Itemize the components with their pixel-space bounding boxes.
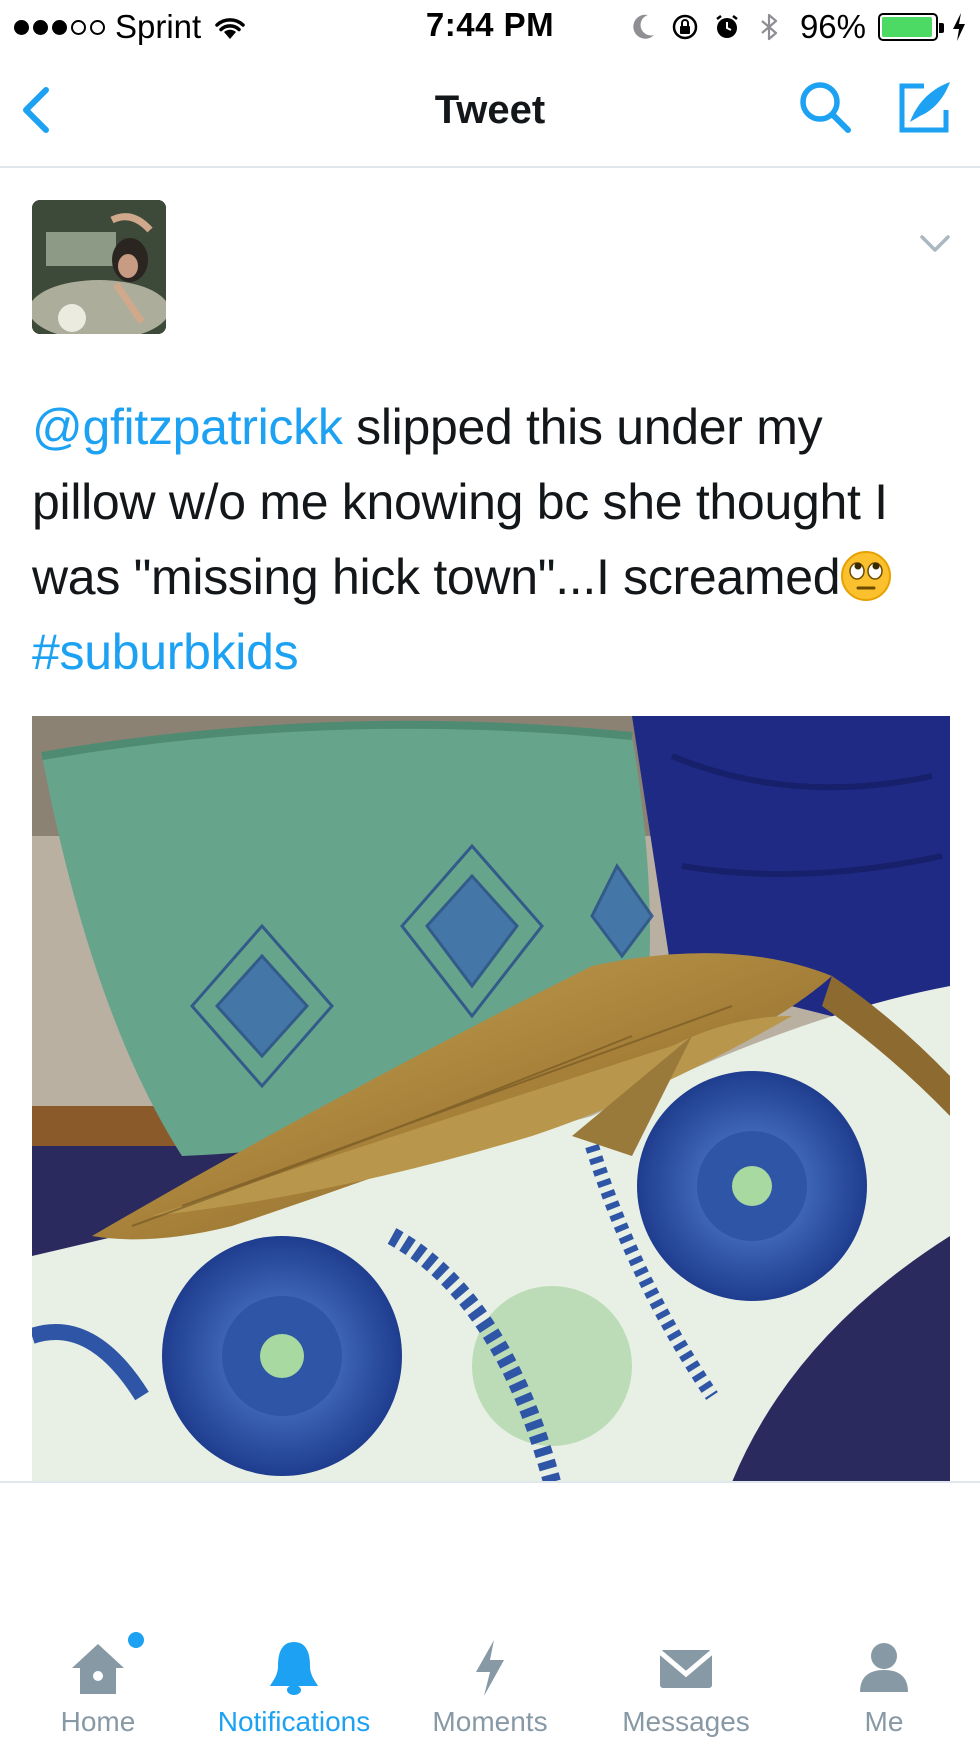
- charging-bolt-icon: [953, 13, 965, 41]
- search-icon[interactable]: [796, 78, 856, 138]
- tweet-photo[interactable]: [32, 716, 950, 1482]
- lightning-icon: [476, 1640, 504, 1696]
- mention-link[interactable]: @gfitzpatrickk: [32, 399, 343, 455]
- battery-icon: [878, 13, 944, 41]
- status-bar: Sprint 7:44 PM 96%: [0, 0, 980, 56]
- caret-down-icon[interactable]: [918, 232, 952, 256]
- tab-moments[interactable]: Moments: [412, 1620, 568, 1743]
- battery-percent: 96%: [799, 8, 866, 45]
- avatar-photo: [32, 200, 166, 334]
- tab-me-label: Me: [864, 1706, 904, 1737]
- home-icon: [72, 1644, 124, 1694]
- bell-icon: [270, 1642, 318, 1695]
- tab-home-label: Home: [60, 1706, 136, 1737]
- tab-me[interactable]: Me: [806, 1620, 962, 1743]
- home-badge: [128, 1632, 144, 1648]
- face-with-rolling-eyes-emoji: [841, 551, 892, 601]
- bluetooth-icon: [761, 13, 778, 41]
- alarm-icon: [716, 15, 738, 38]
- tab-home[interactable]: Home: [20, 1620, 176, 1743]
- hashtag-link[interactable]: #suburbkids: [32, 624, 299, 680]
- rotation-lock-icon: [672, 14, 698, 40]
- moon-icon: [633, 14, 654, 39]
- person-icon: [860, 1643, 908, 1692]
- avatar[interactable]: [32, 200, 166, 334]
- nav-bar: Tweet: [0, 56, 980, 168]
- envelope-icon: [658, 1650, 714, 1688]
- compose-icon[interactable]: [894, 76, 956, 138]
- corn-on-pillow-photo: [32, 716, 950, 1482]
- tab-messages[interactable]: Messages: [598, 1620, 774, 1743]
- tab-bar: Home Notifications Moments Messages Me: [0, 1620, 980, 1743]
- content-divider: [0, 1481, 980, 1483]
- tab-notifications-label: Notifications: [217, 1706, 371, 1737]
- tab-notifications[interactable]: Notifications: [196, 1620, 392, 1743]
- tab-moments-label: Moments: [432, 1706, 548, 1737]
- tweet-text: @gfitzpatrickk slipped this under my pil…: [32, 390, 952, 690]
- status-right: 96%: [628, 8, 968, 46]
- tab-messages-label: Messages: [622, 1706, 750, 1737]
